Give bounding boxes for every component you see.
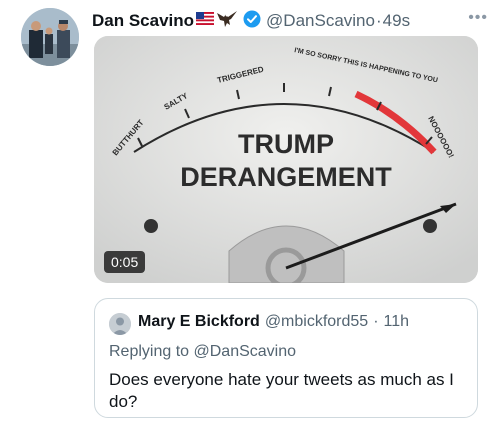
verified-badge-icon bbox=[243, 10, 261, 33]
avatar-photo bbox=[21, 8, 79, 66]
replying-prefix: Replying to bbox=[109, 343, 190, 360]
more-icon[interactable]: ••• bbox=[468, 9, 488, 27]
us-flag-icon bbox=[196, 12, 215, 30]
replying-handle[interactable]: @DanScavino bbox=[194, 343, 297, 360]
author-name[interactable]: Dan Scavino bbox=[92, 11, 194, 31]
video-player[interactable]: BUTTHURT SALTY TRIGGERED I'M SO SORRY TH… bbox=[94, 36, 478, 283]
meter-title-line1: TRUMP bbox=[238, 129, 334, 159]
eagle-icon bbox=[216, 10, 238, 33]
tweet-header: Dan Scavino @DanScavino · 49s ••• bbox=[92, 9, 488, 33]
meter-graphic: BUTTHURT SALTY TRIGGERED I'M SO SORRY TH… bbox=[94, 36, 478, 283]
author-handle[interactable]: @DanScavino bbox=[266, 11, 375, 31]
screw-left bbox=[144, 219, 158, 233]
quoted-author-avatar[interactable] bbox=[109, 313, 131, 335]
meter-title-line2: DERANGEMENT bbox=[180, 162, 392, 192]
author-avatar[interactable] bbox=[21, 8, 79, 66]
quoted-tweet[interactable]: Mary E Bickford @mbickford55 · 11h Reply… bbox=[94, 298, 478, 418]
replying-to-line: Replying to @DanScavino bbox=[109, 343, 296, 361]
tweet-timestamp[interactable]: 49s bbox=[383, 11, 410, 31]
quoted-timestamp[interactable]: 11h bbox=[384, 313, 410, 331]
quoted-tweet-text: Does everyone hate your tweets as much a… bbox=[109, 370, 454, 411]
quoted-author-name[interactable]: Mary E Bickford bbox=[138, 313, 260, 331]
meta-separator: · bbox=[375, 11, 382, 30]
video-duration: 0:05 bbox=[104, 251, 146, 273]
quoted-separator: · bbox=[373, 313, 379, 330]
quoted-author-handle[interactable]: @mbickford55 bbox=[265, 313, 368, 331]
screw-right bbox=[423, 219, 437, 233]
default-avatar-icon bbox=[109, 313, 131, 335]
quoted-header: Mary E Bickford @mbickford55 · 11h bbox=[138, 313, 409, 331]
